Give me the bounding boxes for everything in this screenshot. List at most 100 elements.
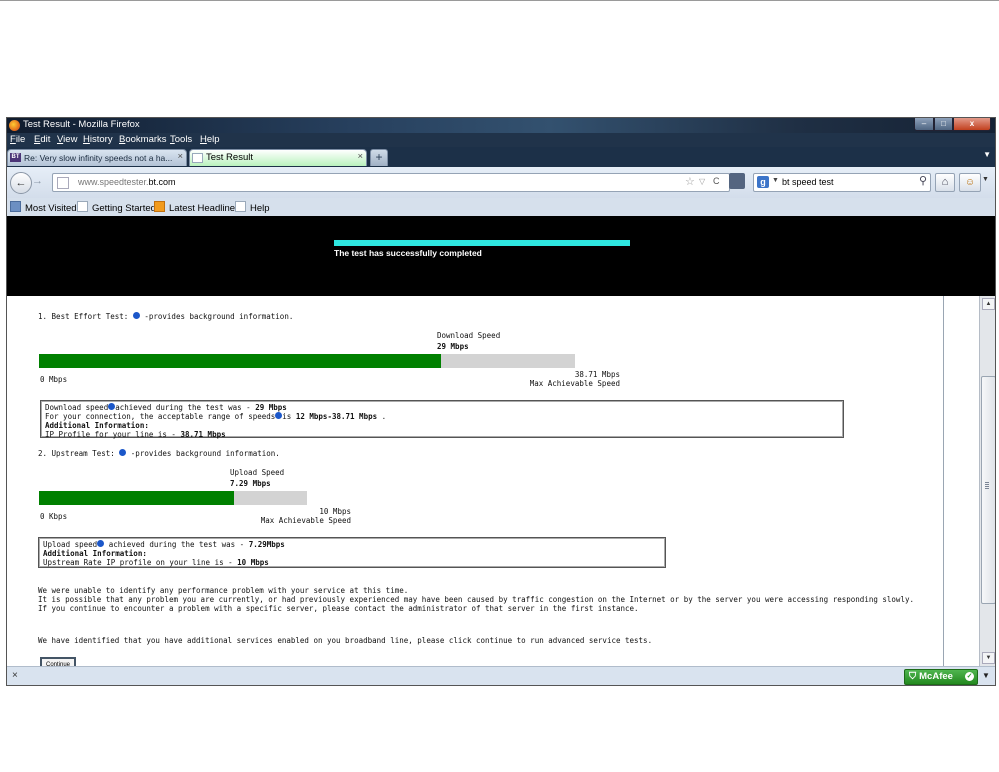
home-button[interactable]: ⌂ bbox=[935, 173, 955, 192]
bookmark-latest-headlines[interactable]: Latest Headlines bbox=[154, 201, 240, 214]
tab-label: Re: Very slow infinity speeds not a ha..… bbox=[24, 153, 173, 163]
reload-icon[interactable]: C bbox=[713, 176, 720, 186]
bookmark-getting-started[interactable]: Getting Started bbox=[77, 201, 156, 214]
search-icon[interactable]: ⚲ bbox=[919, 174, 927, 187]
tab-test-result[interactable]: Test Result × bbox=[189, 149, 367, 166]
shield-icon: ⛉ bbox=[909, 671, 917, 682]
menu-bar: File Edit View History Bookmarks Tools H… bbox=[7, 133, 995, 147]
download-icon[interactable] bbox=[729, 173, 745, 189]
close-tab-icon[interactable]: × bbox=[357, 151, 363, 162]
menu-help[interactable]: Help bbox=[200, 134, 220, 145]
upload-info-box: Upload speed achieved during the test wa… bbox=[38, 537, 666, 568]
back-button[interactable]: ← bbox=[10, 172, 32, 194]
engine-dropdown-icon[interactable]: ▼ bbox=[772, 177, 779, 184]
best-effort-heading: 1. Best Effort Test: -provides backgroun… bbox=[38, 312, 294, 321]
tab-bar: BT Re: Very slow infinity speeds not a h… bbox=[7, 147, 995, 167]
url-history-dropdown-icon[interactable]: ▽ bbox=[699, 177, 705, 186]
progress-status-text: The test has successfully completed bbox=[334, 248, 482, 258]
download-min-label: 0 Mbps bbox=[40, 375, 68, 384]
addon-button[interactable]: ☺ bbox=[959, 173, 981, 192]
menu-edit[interactable]: Edit bbox=[34, 134, 50, 145]
mcafee-dropdown-icon[interactable]: ▼ bbox=[982, 671, 990, 680]
download-speed-value: 29 Mbps bbox=[437, 342, 469, 351]
menu-view[interactable]: View bbox=[57, 134, 77, 145]
bt-favicon-icon: BT bbox=[10, 153, 21, 162]
upload-speed-value: 7.29 Mbps bbox=[230, 479, 271, 488]
scrollbar-thumb[interactable] bbox=[981, 376, 995, 604]
progress-bar bbox=[334, 240, 630, 246]
page-favicon-icon bbox=[192, 153, 203, 163]
mcafee-siteadvisor-button[interactable]: ⛉ McAfee ✓ bbox=[904, 669, 978, 685]
advanced-services-text: We have identified that you have additio… bbox=[38, 636, 653, 645]
upstream-profile-line: Upstream Rate IP profile on your line is… bbox=[43, 558, 269, 567]
page-icon bbox=[77, 201, 88, 212]
close-tab-icon[interactable]: × bbox=[177, 151, 183, 162]
upload-max-value: 10 Mbps bbox=[319, 507, 351, 516]
acceptable-range-line: For your connection, the acceptable rang… bbox=[45, 412, 387, 421]
google-engine-icon[interactable]: g bbox=[757, 176, 769, 188]
most-visited-icon bbox=[10, 201, 21, 212]
bookmark-star-icon[interactable]: ☆ bbox=[685, 175, 695, 188]
menu-file[interactable]: File bbox=[10, 134, 25, 145]
navigation-bar: ← → www.speedtester.bt.com ☆ ▽ C g ▼ bt … bbox=[7, 167, 995, 200]
page-content: 1. Best Effort Test: -provides backgroun… bbox=[7, 296, 979, 666]
scroll-up-icon[interactable]: ▲ bbox=[982, 298, 995, 310]
vertical-scrollbar[interactable]: ▲ ▼ bbox=[979, 296, 995, 666]
menu-tools[interactable]: Tools bbox=[170, 134, 192, 145]
ip-profile-line: IP Profile for your line is - 38.71 Mbps bbox=[45, 430, 226, 439]
scroll-down-icon[interactable]: ▼ bbox=[982, 652, 995, 664]
upload-speed-label: Upload Speed bbox=[230, 468, 285, 477]
continue-button[interactable]: Continue bbox=[40, 657, 76, 666]
close-window-button[interactable]: x bbox=[953, 118, 991, 131]
page-header-band: The test has successfully completed bbox=[7, 216, 995, 296]
tab-list-icon[interactable]: ▼ bbox=[983, 150, 991, 159]
top-border-line bbox=[0, 0, 999, 1]
download-info-box: Download speed achieved during the test w… bbox=[40, 400, 844, 439]
download-bar-fill bbox=[39, 354, 441, 368]
additional-info-heading: Additional Information: bbox=[45, 421, 149, 430]
upload-max-label: Max Achievable Speed bbox=[260, 516, 351, 525]
tab-label: Test Result bbox=[206, 152, 253, 163]
rss-feed-icon bbox=[154, 201, 165, 212]
download-info-line: Download speed achieved during the test w… bbox=[45, 403, 287, 412]
bookmark-most-visited[interactable]: Most Visited bbox=[10, 201, 77, 214]
summary-line: It is possible that any problem you are … bbox=[38, 595, 914, 604]
forward-button[interactable]: → bbox=[32, 175, 43, 187]
help-icon[interactable] bbox=[132, 312, 140, 319]
search-bar[interactable]: g ▼ bt speed test ⚲ bbox=[753, 173, 931, 192]
page-icon bbox=[235, 201, 246, 212]
upload-info-line: Upload speed achieved during the test wa… bbox=[43, 540, 285, 549]
search-input[interactable]: bt speed test bbox=[782, 177, 834, 187]
firefox-logo-icon bbox=[9, 120, 20, 131]
upload-bar-fill bbox=[39, 491, 235, 505]
window-title: Test Result - Mozilla Firefox bbox=[23, 119, 140, 130]
upload-min-label: 0 Kbps bbox=[40, 512, 68, 521]
menu-bookmarks[interactable]: Bookmarks bbox=[119, 134, 167, 145]
tab-forum-thread[interactable]: BT Re: Very slow infinity speeds not a h… bbox=[7, 149, 187, 166]
maximize-button[interactable]: □ bbox=[934, 118, 953, 131]
bookmarks-bar: Most Visited Getting Started Latest Head… bbox=[7, 198, 995, 216]
firefox-window: Test Result - Mozilla Firefox – □ x File… bbox=[7, 118, 995, 685]
check-icon: ✓ bbox=[965, 672, 974, 681]
download-speed-label: Download Speed bbox=[437, 331, 501, 340]
menu-history[interactable]: History bbox=[83, 134, 113, 145]
url-bar[interactable]: www.speedtester.bt.com ☆ ▽ C bbox=[52, 173, 730, 192]
new-tab-button[interactable]: + bbox=[370, 149, 388, 166]
scrollbar-grip bbox=[985, 482, 989, 490]
window-controls: – □ x bbox=[914, 118, 991, 131]
summary-text: We were unable to identify any performan… bbox=[38, 586, 914, 613]
status-bar: × ⛉ McAfee ✓ ▼ bbox=[7, 666, 995, 685]
bookmark-help[interactable]: Help bbox=[235, 201, 270, 214]
summary-line: We were unable to identify any performan… bbox=[38, 586, 409, 595]
site-identity-icon[interactable] bbox=[57, 177, 69, 189]
download-max-label: Max Achievable Speed bbox=[529, 379, 620, 388]
title-bar: Test Result - Mozilla Firefox – □ x bbox=[7, 118, 995, 133]
additional-info-heading: Additional Information: bbox=[43, 549, 147, 558]
close-addon-bar-icon[interactable]: × bbox=[12, 670, 18, 681]
url-text: www.speedtester.bt.com bbox=[78, 177, 176, 187]
minimize-button[interactable]: – bbox=[914, 118, 934, 131]
download-max-value: 38.71 Mbps bbox=[574, 370, 620, 379]
summary-line: If you continue to encounter a problem w… bbox=[38, 604, 639, 613]
upstream-heading: 2. Upstream Test: -provides background i… bbox=[38, 449, 280, 458]
addon-dropdown-icon[interactable]: ▼ bbox=[982, 176, 989, 183]
